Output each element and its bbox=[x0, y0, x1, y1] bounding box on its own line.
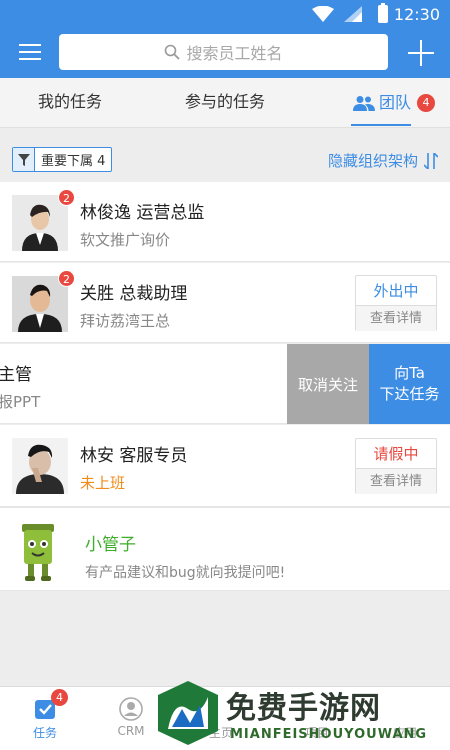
bot-mascot-icon bbox=[18, 520, 58, 582]
member-row-swiped[interactable]: 主管 报PPT 取消关注 向Ta 下达任务 bbox=[0, 344, 450, 424]
member-task: 软文推广询价 bbox=[80, 231, 171, 249]
member-task: 拜访荔湾王总 bbox=[80, 312, 171, 330]
avatar bbox=[12, 438, 68, 494]
site-watermark: 免费手游网 MIANFEISHOUYOUWANG bbox=[150, 677, 450, 750]
nav-label: 任务 bbox=[32, 726, 57, 740]
unread-badge: 2 bbox=[58, 270, 75, 287]
wifi-icon bbox=[312, 6, 334, 22]
nav-tasks[interactable]: 任务 4 bbox=[0, 687, 90, 750]
hide-org-label: 隐藏组织架构 bbox=[327, 152, 418, 170]
bot-name: 小管子 bbox=[85, 535, 136, 555]
filter-row: 重要下属 4 隐藏组织架构 bbox=[0, 128, 450, 182]
member-name: 林安 客服专员 bbox=[80, 446, 188, 466]
watermark-title: 免费手游网 bbox=[226, 691, 381, 726]
search-input[interactable]: 搜索员工姓名 bbox=[59, 34, 388, 70]
member-status-text: 未上班 bbox=[80, 474, 126, 492]
team-icon bbox=[353, 96, 375, 111]
nav-label: CRM bbox=[117, 724, 145, 738]
assign-line-2: 下达任务 bbox=[379, 385, 440, 403]
filter-label: 重要下属 4 bbox=[41, 154, 106, 169]
crm-icon bbox=[119, 697, 143, 721]
member-name: 林俊逸 运营总监 bbox=[80, 203, 205, 223]
tab-participated-tasks[interactable]: 参与的任务 bbox=[185, 78, 265, 128]
status-time: 12:30 bbox=[393, 5, 440, 24]
tab-team[interactable]: 团队 4 bbox=[351, 78, 436, 128]
assistant-bot-row[interactable]: 小管子 有产品建议和bug就向我提问吧! bbox=[0, 507, 450, 591]
important-subordinates-filter[interactable]: 重要下属 4 bbox=[12, 147, 113, 172]
filter-icon bbox=[13, 148, 35, 171]
watermark-logo-icon bbox=[158, 681, 218, 745]
member-row[interactable]: 2 林俊逸 运营总监 软文推广询价 bbox=[0, 182, 450, 262]
member-name: 关胜 总裁助理 bbox=[80, 284, 188, 304]
watermark-subtitle: MIANFEISHOUYOUWANG bbox=[230, 727, 428, 742]
view-details-button[interactable]: 查看详情 bbox=[356, 306, 436, 331]
tab-team-label: 团队 bbox=[379, 93, 412, 112]
member-row[interactable]: 2 关胜 总裁助理 拜访荔湾王总 外出中 查看详情 bbox=[0, 263, 450, 343]
unread-badge: 2 bbox=[58, 189, 75, 206]
status-label: 外出中 bbox=[356, 276, 436, 306]
status-box[interactable]: 请假中 查看详情 bbox=[355, 438, 437, 494]
app-bar: 搜索员工姓名 bbox=[0, 28, 450, 78]
nav-badge: 4 bbox=[51, 689, 68, 706]
tab-indicator bbox=[351, 124, 411, 126]
hide-org-structure-button[interactable]: 隐藏组织架构 bbox=[328, 150, 438, 171]
tab-my-tasks[interactable]: 我的任务 bbox=[38, 78, 102, 128]
unfollow-button[interactable]: 取消关注 bbox=[287, 344, 369, 424]
sort-icon bbox=[424, 152, 438, 169]
team-count-badge: 4 bbox=[417, 94, 436, 112]
add-icon[interactable] bbox=[408, 40, 434, 66]
status-box[interactable]: 外出中 查看详情 bbox=[355, 275, 437, 331]
status-bar: 12:30 bbox=[0, 0, 450, 28]
signal-icon bbox=[344, 6, 362, 22]
assign-line-1: 向Ta bbox=[394, 364, 425, 382]
bot-hint: 有产品建议和bug就向我提问吧! bbox=[85, 565, 286, 581]
tab-bar: 我的任务 参与的任务 团队 4 bbox=[0, 78, 450, 128]
member-task: 报PPT bbox=[0, 393, 41, 411]
menu-icon[interactable] bbox=[19, 44, 41, 62]
search-icon bbox=[165, 44, 181, 60]
status-label: 请假中 bbox=[356, 439, 436, 469]
battery-icon bbox=[378, 3, 388, 23]
member-name: 主管 bbox=[0, 365, 32, 385]
assign-task-button[interactable]: 向Ta 下达任务 bbox=[369, 344, 450, 424]
member-row[interactable]: 林安 客服专员 未上班 请假中 查看详情 bbox=[0, 425, 450, 507]
search-placeholder: 搜索员工姓名 bbox=[186, 44, 283, 63]
view-details-button[interactable]: 查看详情 bbox=[356, 469, 436, 494]
